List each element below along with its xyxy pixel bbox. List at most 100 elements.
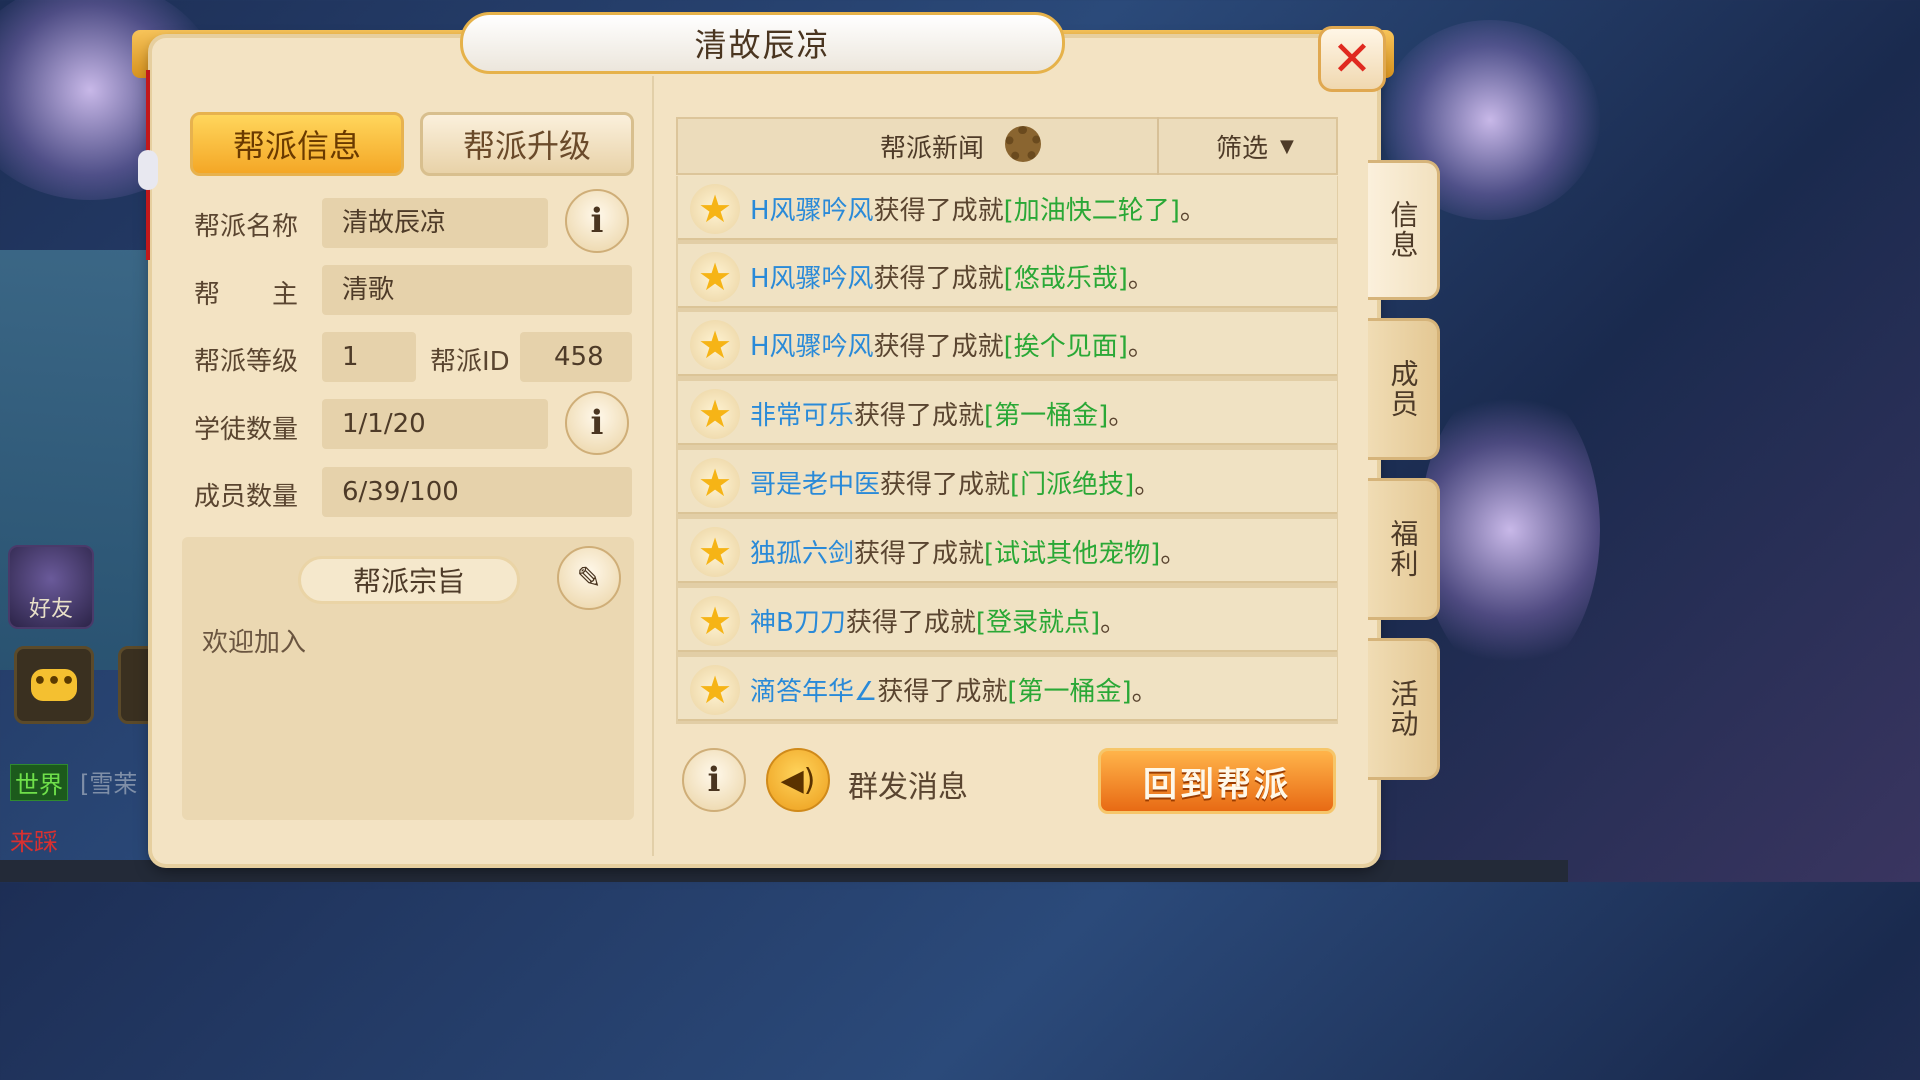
header-separator (1157, 117, 1159, 175)
guild-leader-label: 帮 主 (194, 280, 299, 310)
news-verb: 获得了成就 (873, 196, 1004, 226)
filter-dropdown[interactable]: 筛选 (1216, 128, 1268, 165)
tab-guild-upgrade[interactable]: 帮派升级 (420, 112, 634, 176)
news-verb: 获得了成就 (877, 677, 1008, 707)
news-item: ★ 神B刀刀获得了成就[登录就点]。 (678, 588, 1337, 652)
news-player-name[interactable]: 神B刀刀 (750, 608, 846, 638)
news-item-text: 滴答年华∠获得了成就[第一桶金]。 (750, 671, 1158, 708)
star-badge-icon: ★ (690, 527, 740, 577)
news-end: 。 (1134, 470, 1161, 500)
apprentice-count-field: 1/1/20 (322, 399, 548, 449)
news-verb: 获得了成就 (873, 264, 1004, 294)
news-info-button[interactable]: i (682, 748, 746, 812)
news-player-name[interactable]: 滴答年华∠ (750, 677, 877, 707)
side-tab-label: 成员 (1386, 359, 1420, 419)
news-end: 。 (1127, 264, 1154, 294)
background-blossom (1420, 380, 1600, 680)
star-icon: ★ (697, 668, 733, 712)
news-verb: 获得了成就 (880, 470, 1011, 500)
star-icon: ★ (697, 530, 733, 574)
news-player-name[interactable]: 独孤六剑 (750, 539, 854, 569)
news-end: 。 (1131, 677, 1158, 707)
news-player-name[interactable]: H风骤吟风 (750, 196, 874, 226)
news-item-text: H风骤吟风获得了成就[加油快二轮了]。 (750, 190, 1206, 227)
news-item-text: H风骤吟风获得了成就[悠哉乐哉]。 (750, 258, 1154, 295)
title-plate: 清故辰凉 (460, 12, 1065, 74)
side-tab-info[interactable]: 信息 (1368, 160, 1440, 300)
guild-name-info-button[interactable]: i (565, 189, 629, 253)
info-icon: i (707, 760, 721, 800)
return-to-guild-button[interactable]: 回到帮派 (1098, 748, 1336, 814)
tab-label: 帮派升级 (462, 127, 591, 165)
panel-title: 清故辰凉 (694, 26, 831, 64)
chat-line-text: 来踩 (10, 828, 58, 856)
friends-label: 好友 (28, 597, 73, 622)
side-tab-activities[interactable]: 活动 (1368, 638, 1440, 780)
star-badge-icon: ★ (690, 252, 740, 302)
news-verb: 获得了成就 (845, 608, 976, 638)
close-button[interactable]: ✕ (1318, 26, 1386, 92)
side-tab-label: 活动 (1386, 679, 1420, 739)
news-item: ★ 哥是老中医获得了成就[门派绝技]。 (678, 450, 1337, 514)
news-item: ★ H风骤吟风获得了成就[加油快二轮了]。 (678, 176, 1337, 240)
guild-id-field: 458 (520, 332, 632, 382)
tab-label: 帮派信息 (232, 127, 361, 165)
info-icon: i (590, 403, 604, 443)
side-tab-members[interactable]: 成员 (1368, 318, 1440, 460)
star-icon: ★ (697, 187, 733, 231)
news-item: ★ 滴答年华∠获得了成就[第一桶金]。 (678, 657, 1337, 721)
news-item: ★ H风骤吟风获得了成就[挨个见面]。 (678, 312, 1337, 376)
side-tab-welfare[interactable]: 福利 (1368, 478, 1440, 620)
news-end: 。 (1100, 608, 1127, 638)
side-tab-label: 信息 (1386, 200, 1420, 260)
news-achievement: [门派绝技] (1010, 470, 1135, 500)
apprentice-info-button[interactable]: i (565, 391, 629, 455)
gear-icon[interactable] (1005, 126, 1041, 162)
speaker-icon: ◀) (780, 762, 816, 798)
friends-button[interactable]: 好友 (8, 545, 94, 629)
news-title: 帮派新闻 (880, 134, 985, 164)
news-achievement: [第一桶金] (1007, 677, 1132, 707)
close-icon: ✕ (1331, 31, 1373, 87)
news-player-name[interactable]: 非常可乐 (750, 401, 854, 431)
guild-level-label: 帮派等级 (194, 347, 299, 377)
news-item-text: H风骤吟风获得了成就[挨个见面]。 (750, 326, 1154, 363)
mass-message-button[interactable]: ◀) (766, 748, 830, 812)
news-verb: 获得了成就 (854, 539, 985, 569)
news-verb: 获得了成就 (873, 332, 1004, 362)
news-item: ★ 非常可乐获得了成就[第一桶金]。 (678, 381, 1337, 445)
star-badge-icon: ★ (690, 184, 740, 234)
news-player-name[interactable]: H风骤吟风 (750, 264, 874, 294)
news-achievement: [试试其他宠物] (984, 539, 1161, 569)
star-icon: ★ (697, 461, 733, 505)
edit-motto-button[interactable]: ✎ (557, 546, 621, 610)
guild-motto-title: 帮派宗旨 (298, 556, 520, 604)
mass-message-label[interactable]: 群发消息 (848, 762, 968, 806)
news-item-text: 神B刀刀获得了成就[登录就点]。 (750, 602, 1126, 639)
news-player-name[interactable]: 哥是老中医 (750, 470, 880, 500)
star-icon: ★ (697, 255, 733, 299)
star-badge-icon: ★ (690, 665, 740, 715)
news-item-text: 独孤六剑获得了成就[试试其他宠物]。 (750, 533, 1186, 570)
news-end: 。 (1179, 196, 1206, 226)
brush-icon: ✎ (576, 560, 602, 596)
world-chat-text: [雪茉 (80, 770, 138, 798)
news-player-name[interactable]: H风骤吟风 (750, 332, 874, 362)
star-badge-icon: ★ (690, 389, 740, 439)
info-icon: i (590, 201, 604, 241)
star-badge-icon: ★ (690, 320, 740, 370)
guild-motto-text: 欢迎加入 (202, 628, 307, 658)
member-count-label: 成员数量 (194, 482, 299, 512)
guild-name-label: 帮派名称 (194, 212, 299, 242)
news-item-text: 非常可乐获得了成就[第一桶金]。 (750, 395, 1134, 432)
chat-button[interactable]: ••• (14, 646, 94, 724)
world-channel-tag: 世界 (10, 764, 68, 801)
news-end: 。 (1108, 401, 1135, 431)
tab-guild-info[interactable]: 帮派信息 (190, 112, 404, 176)
news-item: ★ H风骤吟风获得了成就[悠哉乐哉]。 (678, 244, 1337, 308)
news-end: 。 (1160, 539, 1187, 569)
chevron-down-icon: ▼ (1280, 136, 1294, 157)
guild-leader-field: 清歌 (322, 265, 632, 315)
news-achievement: [加油快二轮了] (1003, 196, 1180, 226)
star-icon: ★ (697, 323, 733, 367)
